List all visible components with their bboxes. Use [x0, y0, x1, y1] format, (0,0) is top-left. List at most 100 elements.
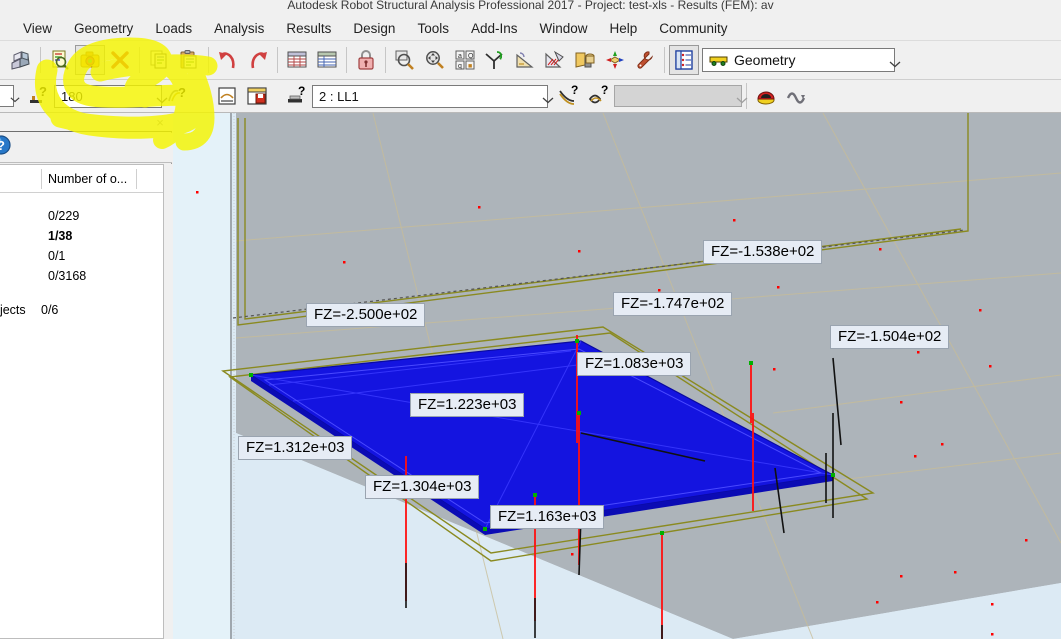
reaction-label[interactable]: FZ=-1.504e+02 — [830, 325, 950, 350]
redo-icon[interactable] — [243, 45, 273, 75]
menu-item-view[interactable]: View — [12, 18, 63, 39]
load-case-combo-value: 2 : LL1 — [319, 88, 359, 104]
table-row[interactable]: 0/3168 — [0, 266, 163, 286]
layout-selector-combo[interactable]: Geometry — [702, 48, 901, 72]
table-row[interactable]: bjects 0/6 — [0, 300, 163, 320]
reaction-label[interactable]: FZ=1.163e+03 — [490, 505, 605, 530]
paste-icon[interactable] — [174, 45, 204, 75]
window-titlebar: Autodesk Robot Structural Analysis Profe… — [0, 0, 1061, 16]
job-preferences-icon[interactable] — [630, 45, 660, 75]
delete-icon[interactable] — [105, 45, 135, 75]
svg-text:a: a — [458, 53, 462, 60]
column-divider — [41, 169, 42, 189]
toolbar-separator — [346, 47, 347, 73]
toolbar-separator — [664, 47, 665, 73]
toolbar-separator — [208, 47, 209, 73]
reaction-label[interactable]: FZ=1.223e+03 — [410, 393, 525, 418]
svg-text:q: q — [458, 63, 462, 70]
menu-item-window[interactable]: Window — [528, 18, 598, 39]
svg-text:?: ? — [571, 85, 578, 97]
svg-text:?: ? — [39, 85, 47, 99]
deformation-icon[interactable]: ? — [554, 81, 584, 111]
panel-scroll-gutter[interactable] — [164, 164, 172, 639]
viewport-left-strip — [173, 113, 231, 639]
table-row[interactable]: 0/1 — [0, 246, 163, 266]
layout-table-icon[interactable] — [669, 45, 699, 75]
envelope-icon[interactable]: ? — [584, 81, 614, 111]
menu-item-loads[interactable]: Loads — [144, 18, 203, 39]
reaction-label[interactable]: FZ=-2.500e+02 — [306, 303, 426, 328]
model-3d-viewport[interactable]: FZ=-2.500e+02 FZ=-1.538e+02 FZ=-1.747e+0… — [173, 113, 1061, 639]
scale-help-icon[interactable]: ? — [162, 81, 192, 111]
column-divider — [136, 169, 137, 189]
toolbar-separator — [277, 47, 278, 73]
row-value: 0/229 — [48, 209, 80, 223]
undo-icon[interactable] — [213, 45, 243, 75]
dimension-icon[interactable] — [510, 45, 540, 75]
panel-titlebar: × — [0, 113, 172, 132]
diagrams-icon[interactable] — [540, 45, 570, 75]
help-question-icon[interactable]: ? — [0, 133, 18, 162]
menu-item-tools[interactable]: Tools — [406, 18, 460, 39]
menu-item-add-ins[interactable]: Add-Ins — [460, 18, 529, 39]
main-toolbar: a Q q ■ Geometry — [0, 41, 1061, 80]
reaction-label[interactable]: FZ=-1.747e+02 — [613, 292, 733, 317]
secondary-toolbar: ? 180 ? ? 2: LL1 ? ? — [0, 80, 1061, 113]
window-title: Autodesk Robot Structural Analysis Profe… — [287, 0, 774, 12]
snap-settings-icon[interactable] — [480, 45, 510, 75]
save-view-icon[interactable] — [242, 81, 272, 111]
table-row[interactable]: 1/38 — [0, 226, 163, 246]
reaction-label[interactable]: FZ=1.083e+03 — [577, 352, 692, 377]
view-split-icon[interactable]: a Q q ■ — [450, 45, 480, 75]
toolbar-separator — [40, 47, 41, 73]
menu-item-analysis[interactable]: Analysis — [203, 18, 275, 39]
load-case-icon[interactable]: ? — [282, 81, 312, 111]
tables-icon[interactable] — [282, 45, 312, 75]
structure-view-icon[interactable] — [212, 81, 242, 111]
table-row[interactable]: 0/229 — [0, 206, 163, 226]
zoom-window-icon[interactable] — [390, 45, 420, 75]
svg-text:■: ■ — [468, 63, 472, 70]
pan-zoom-icon[interactable] — [420, 45, 450, 75]
left-dock-panel: × ? Number of o... 0/229 — [0, 113, 172, 639]
column-header-number-of-objects: Number of o... — [48, 171, 128, 186]
open-project-icon[interactable] — [6, 45, 36, 75]
scale-combo-value: 180 — [61, 88, 83, 104]
row-value: 0/1 — [48, 249, 66, 263]
reaction-label[interactable]: FZ=1.312e+03 — [238, 436, 353, 461]
screen-capture-icon[interactable] — [75, 45, 105, 75]
menu-item-results[interactable]: Results — [275, 18, 342, 39]
layout-selector-value: Geometry — [734, 52, 796, 68]
axis-orientation-icon[interactable] — [600, 45, 630, 75]
row-value: 0/6 — [41, 303, 59, 317]
reaction-label[interactable]: FZ=-1.538e+02 — [703, 240, 823, 265]
partial-combo-icon[interactable] — [0, 85, 20, 107]
copy-icon[interactable] — [144, 45, 174, 75]
report-icon[interactable] — [312, 45, 342, 75]
menu-item-design[interactable]: Design — [342, 18, 406, 39]
map-colors-icon[interactable] — [751, 81, 781, 111]
component-combo-disabled — [614, 85, 748, 107]
print-preview-icon[interactable] — [45, 45, 75, 75]
diagram-scale-icon[interactable]: ? — [24, 81, 54, 111]
scale-combo[interactable]: 180 — [54, 84, 168, 108]
lock-icon[interactable] — [351, 45, 381, 75]
layout-icon — [709, 53, 729, 67]
function-icon[interactable] — [781, 81, 811, 111]
reaction-label[interactable]: FZ=1.304e+03 — [365, 475, 480, 500]
row-label: bjects — [0, 303, 26, 317]
menu-item-geometry[interactable]: Geometry — [63, 18, 144, 39]
table-header-row: Number of o... — [0, 165, 163, 193]
svg-text:?: ? — [601, 85, 608, 97]
row-value: 1/38 — [48, 229, 73, 243]
table-rows: 0/229 1/38 0/1 0/3168 bjects 0/6 — [0, 193, 163, 320]
object-count-table: Number of o... 0/229 1/38 0/1 0/3168 jec… — [0, 164, 164, 639]
close-icon[interactable]: × — [153, 115, 167, 129]
menubar: View Geometry Loads Analysis Results Des… — [0, 16, 1061, 41]
panel-toolbar: ? — [0, 133, 172, 163]
menu-item-help[interactable]: Help — [599, 18, 649, 39]
load-case-combo[interactable]: 2 : LL1 — [312, 84, 554, 108]
svg-text:?: ? — [0, 138, 5, 153]
render-icon[interactable] — [570, 45, 600, 75]
menu-item-community[interactable]: Community — [648, 18, 738, 39]
